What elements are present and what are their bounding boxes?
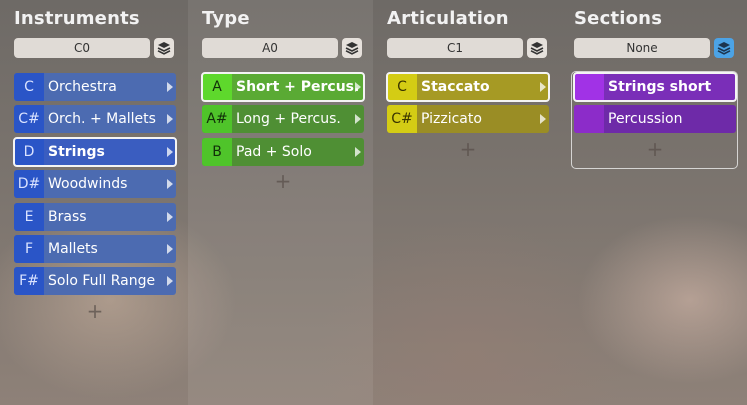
sections-keyswitch-selector[interactable]: None bbox=[574, 38, 710, 58]
keyswitch-label: E bbox=[14, 202, 44, 231]
instrument-item-woodwinds[interactable]: D# Woodwinds bbox=[14, 170, 176, 199]
chevron-right-icon bbox=[167, 243, 173, 254]
instrument-item-brass[interactable]: E Brass bbox=[14, 202, 176, 231]
articulation-keyswitch-selector[interactable]: C1 bbox=[387, 38, 523, 58]
sections-title: Sections bbox=[574, 8, 663, 29]
item-label: Orch. + Mallets bbox=[48, 111, 156, 128]
add-instrument-button[interactable]: + bbox=[14, 300, 176, 322]
instrument-item-solo-full-range[interactable]: F# Solo Full Range bbox=[14, 267, 176, 296]
type-column: Type A0 A Short + Percus. A# Long + Percus… bbox=[188, 0, 373, 405]
add-type-button[interactable]: + bbox=[202, 170, 364, 192]
chevron-right-icon bbox=[355, 114, 361, 125]
chevron-right-icon bbox=[540, 114, 546, 125]
instruments-list: C Orchestra C# Orch. + Mallets D Strings D#… bbox=[13, 73, 177, 322]
keyswitch-label: A bbox=[202, 73, 232, 101]
chevron-right-icon bbox=[355, 82, 361, 92]
item-label: Strings bbox=[48, 143, 105, 160]
item-label: Pizzicato bbox=[421, 111, 482, 128]
type-title: Type bbox=[202, 8, 250, 29]
articulation-item-staccato[interactable]: C Staccato bbox=[386, 72, 550, 102]
keyswitch-label: F bbox=[14, 234, 44, 263]
chevron-right-icon bbox=[167, 276, 173, 287]
keyswitch-label: A# bbox=[202, 105, 232, 134]
type-list: A Short + Percus. A# Long + Percus. B Pad +… bbox=[201, 72, 365, 192]
articulation-column: Articulation C1 C Staccato C# Pizzicato + bbox=[373, 0, 560, 405]
item-label: Solo Full Range bbox=[48, 273, 156, 290]
chevron-right-icon bbox=[167, 211, 173, 222]
chevron-right-icon bbox=[167, 82, 173, 92]
item-label: Orchestra bbox=[48, 79, 117, 95]
instrument-item-strings[interactable]: D Strings bbox=[13, 136, 177, 167]
sections-column: Sections None Strings short Percussion + bbox=[560, 0, 747, 405]
keyswitch-label: C bbox=[387, 73, 417, 101]
instruments-title: Instruments bbox=[14, 8, 140, 29]
keyswitch-label: C bbox=[14, 73, 44, 101]
chevron-right-icon bbox=[167, 179, 173, 190]
layers-icon[interactable] bbox=[714, 38, 734, 58]
articulation-list: C Staccato C# Pizzicato + bbox=[386, 72, 550, 160]
item-label: Woodwinds bbox=[48, 176, 128, 193]
keyswitch-label: D bbox=[14, 137, 44, 166]
type-item-short-percus[interactable]: A Short + Percus. bbox=[201, 72, 365, 102]
keyswitch-label: D# bbox=[14, 170, 44, 199]
chevron-right-icon bbox=[167, 146, 173, 157]
articulation-title: Articulation bbox=[387, 8, 509, 29]
item-label: Short + Percus. bbox=[236, 79, 360, 95]
sections-group-frame bbox=[571, 71, 738, 169]
chevron-right-icon bbox=[355, 146, 361, 157]
layers-icon[interactable] bbox=[342, 38, 362, 58]
instruments-column: Instruments C0 C Orchestra C# Orch. + Mall… bbox=[0, 0, 188, 405]
item-label: Long + Percus. bbox=[236, 111, 341, 128]
add-articulation-button[interactable]: + bbox=[387, 138, 549, 160]
instrument-item-mallets[interactable]: F Mallets bbox=[14, 234, 176, 263]
keyswitch-label: B bbox=[202, 137, 232, 166]
instrument-item-orch-mallets[interactable]: C# Orch. + Mallets bbox=[14, 105, 176, 134]
layers-icon[interactable] bbox=[527, 38, 547, 58]
type-item-long-percus[interactable]: A# Long + Percus. bbox=[202, 105, 364, 134]
item-label: Pad + Solo bbox=[236, 143, 312, 160]
layers-icon[interactable] bbox=[154, 38, 174, 58]
instrument-item-orchestra[interactable]: C Orchestra bbox=[14, 73, 176, 101]
articulation-item-pizzicato[interactable]: C# Pizzicato bbox=[387, 105, 549, 134]
instruments-keyswitch-selector[interactable]: C0 bbox=[14, 38, 150, 58]
chevron-right-icon bbox=[167, 114, 173, 125]
type-keyswitch-selector[interactable]: A0 bbox=[202, 38, 338, 58]
chevron-right-icon bbox=[540, 82, 546, 92]
keyswitch-label: C# bbox=[14, 105, 44, 134]
type-item-pad-solo[interactable]: B Pad + Solo bbox=[202, 137, 364, 166]
keyswitch-label: F# bbox=[14, 267, 44, 296]
item-label: Mallets bbox=[48, 240, 98, 257]
item-label: Brass bbox=[48, 208, 87, 225]
item-label: Staccato bbox=[421, 79, 490, 95]
keyswitch-label: C# bbox=[387, 105, 417, 134]
